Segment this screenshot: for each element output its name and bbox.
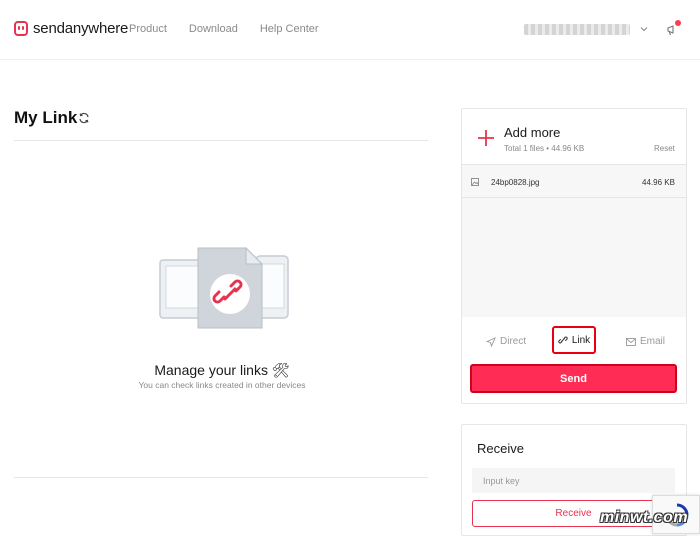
tab-direct-label: Direct: [500, 336, 527, 347]
refresh-icon[interactable]: [78, 112, 90, 124]
chevron-down-icon[interactable]: [640, 25, 648, 33]
tab-link-label: Link: [571, 334, 591, 346]
files-summary: Total 1 files • 44.96 KB: [504, 144, 585, 153]
section-divider: [14, 140, 428, 141]
plus-icon[interactable]: [477, 129, 495, 147]
file-name: 24bp0828.jpg: [491, 178, 540, 187]
send-button[interactable]: Send: [470, 364, 677, 393]
tab-email-label: Email: [640, 336, 666, 347]
add-more-button[interactable]: Add more: [504, 125, 560, 140]
send-icon: [486, 336, 496, 347]
mail-icon: [626, 337, 636, 346]
tab-link[interactable]: Link: [552, 326, 596, 354]
account-email-blurred[interactable]: [524, 24, 630, 35]
nav-help-center[interactable]: Help Center: [260, 23, 319, 35]
nav-product[interactable]: Product: [129, 23, 167, 35]
nav-download[interactable]: Download: [189, 23, 238, 35]
empty-state-title: Manage your links 🛠: [154, 362, 290, 378]
tab-email[interactable]: Email: [626, 336, 665, 347]
top-header: sendanywhere Product Download Help Cente…: [0, 0, 700, 60]
notification-badge: [675, 20, 681, 26]
image-file-icon: [471, 178, 479, 186]
logo-icon: [14, 21, 28, 36]
main-nav: Product Download Help Center: [129, 23, 319, 35]
brand-name: sendanywhere: [33, 20, 129, 37]
link-icon: [558, 336, 568, 344]
empty-state-subtitle: You can check links created in other dev…: [138, 380, 306, 390]
reset-button[interactable]: Reset: [654, 144, 675, 153]
section-divider-bottom: [14, 477, 428, 478]
tab-direct[interactable]: Direct: [486, 336, 526, 347]
key-input[interactable]: [472, 468, 675, 493]
file-list: [462, 165, 686, 317]
watermark-text: minwt.com: [600, 509, 689, 526]
receive-title: Receive: [477, 441, 524, 456]
devices-link-illustration: [159, 246, 289, 329]
brand-logo[interactable]: sendanywhere: [14, 20, 128, 37]
file-row-divider: [462, 197, 686, 198]
file-size: 44.96 KB: [642, 178, 675, 187]
page-title: My Link: [14, 108, 78, 127]
